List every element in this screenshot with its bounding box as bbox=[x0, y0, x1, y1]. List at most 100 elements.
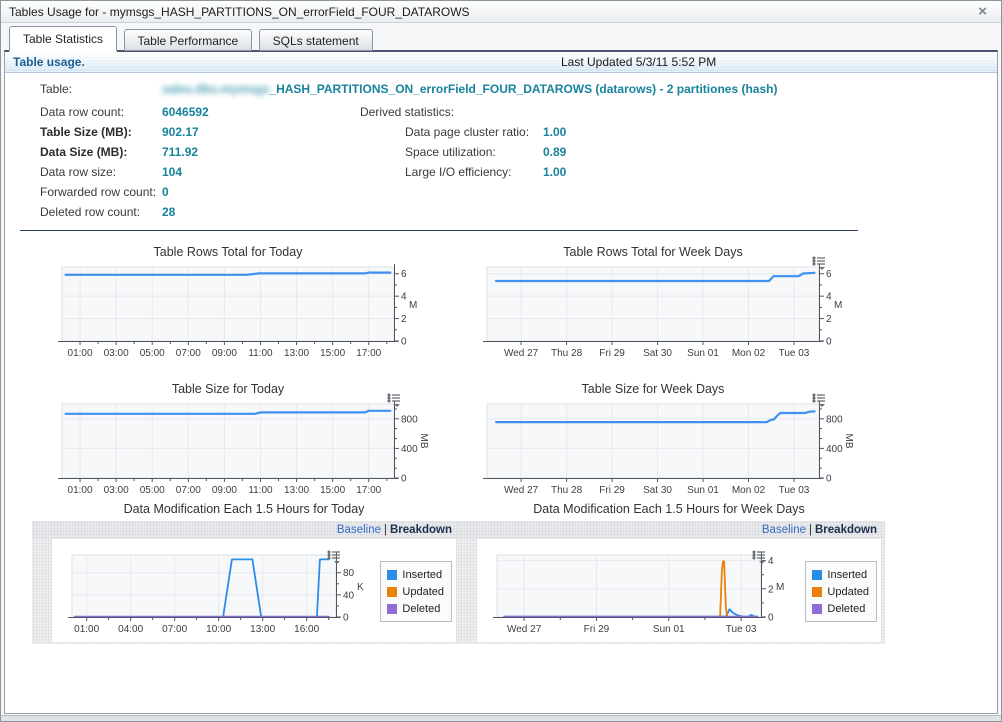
svg-text:2: 2 bbox=[401, 314, 407, 325]
tables-usage-window: Tables Usage for - mymsgs_HASH_PARTITION… bbox=[0, 0, 1002, 722]
svg-text:Fri 29: Fri 29 bbox=[599, 485, 625, 496]
svg-text:05:00: 05:00 bbox=[140, 348, 165, 359]
svg-text:800: 800 bbox=[826, 414, 843, 425]
svg-text:07:00: 07:00 bbox=[176, 485, 201, 496]
baseline-breakdown-toggle: Baseline|Breakdown bbox=[457, 521, 885, 539]
legend-item-deleted: Deleted bbox=[812, 600, 869, 617]
chart-title: Data Modification Each 1.5 Hours for Wee… bbox=[457, 502, 881, 518]
svg-text:03:00: 03:00 bbox=[104, 485, 129, 496]
legend-item-inserted: Inserted bbox=[812, 566, 869, 583]
chart-title: Table Size for Today bbox=[32, 382, 424, 398]
inserted-swatch bbox=[812, 570, 822, 580]
table-label: Table: bbox=[40, 82, 162, 96]
chart-canvas-table-size-today[interactable]: 040080001:0003:0005:0007:0009:0011:0013:… bbox=[32, 398, 457, 502]
chart-data-modification-today: Data Modification Each 1.5 Hours for Tod… bbox=[32, 502, 460, 644]
legend-item-updated: Updated bbox=[812, 583, 869, 600]
svg-text:Sat 30: Sat 30 bbox=[643, 348, 672, 359]
stat-row-table-size: Table Size (MB):902.17 bbox=[40, 122, 209, 142]
svg-text:13:00: 13:00 bbox=[250, 624, 275, 635]
svg-text:800: 800 bbox=[401, 414, 418, 425]
chart-canvas-table-size-week[interactable]: 0400800Wed 27Thu 28Fri 29Sat 30Sun 01Mon… bbox=[457, 398, 882, 502]
tab-content-panel: Table usage. Last Updated 5/3/11 5:52 PM… bbox=[4, 50, 998, 714]
stat-row-space-utilization: Space utilization:0.89 bbox=[405, 142, 566, 162]
svg-text:Sun 01: Sun 01 bbox=[687, 485, 719, 496]
window-titlebar[interactable]: Tables Usage for - mymsgs_HASH_PARTITION… bbox=[1, 1, 1001, 23]
svg-text:0: 0 bbox=[401, 337, 407, 348]
toggle-separator: | bbox=[384, 524, 387, 536]
breakdown-toggle[interactable]: Breakdown bbox=[390, 524, 452, 536]
svg-text:4: 4 bbox=[401, 292, 407, 303]
stat-value: 0 bbox=[162, 185, 169, 199]
chart-menu-icon[interactable] bbox=[326, 549, 342, 570]
table-name-row: Table:sales.dbo.mymsgs_HASH_PARTITIONS_O… bbox=[40, 82, 777, 96]
usage-header-band: Table usage. Last Updated 5/3/11 5:52 PM bbox=[5, 52, 997, 73]
chart-table-size-today: Table Size for Today 040080001:0003:0005… bbox=[32, 382, 460, 507]
window-frame-bottom bbox=[1, 715, 1001, 721]
svg-text:40: 40 bbox=[343, 590, 355, 601]
svg-text:80: 80 bbox=[343, 568, 355, 579]
tab-sqls-statement[interactable]: SQLs statement bbox=[259, 29, 373, 51]
svg-text:2: 2 bbox=[826, 314, 832, 325]
tab-table-statistics[interactable]: Table Statistics bbox=[9, 26, 117, 52]
chart-title: Data Modification Each 1.5 Hours for Tod… bbox=[32, 502, 456, 518]
derived-statistics: Derived statistics: Data page cluster ra… bbox=[360, 102, 566, 182]
chart-canvas-table-rows-week[interactable]: 0246Wed 27Thu 28Fri 29Sat 30Sun 01Mon 02… bbox=[457, 261, 882, 365]
svg-text:0: 0 bbox=[343, 613, 349, 624]
svg-text:17:00: 17:00 bbox=[356, 485, 381, 496]
svg-text:M: M bbox=[776, 582, 784, 593]
deleted-swatch bbox=[387, 604, 397, 614]
svg-text:01:00: 01:00 bbox=[68, 348, 93, 359]
updated-swatch bbox=[387, 587, 397, 597]
chart-table-size-week: Table Size for Week Days 0400800Wed 27Th… bbox=[457, 382, 885, 507]
chart-menu-icon[interactable] bbox=[751, 549, 767, 570]
baseline-link[interactable]: Baseline bbox=[337, 524, 381, 536]
stat-row-deleted-row-count: Deleted row count:28 bbox=[40, 202, 209, 222]
svg-text:Fri 29: Fri 29 bbox=[599, 348, 625, 359]
svg-text:Tue 03: Tue 03 bbox=[779, 485, 810, 496]
stat-row-data-row-size: Data row size:104 bbox=[40, 162, 209, 182]
svg-text:400: 400 bbox=[826, 444, 843, 455]
svg-text:09:00: 09:00 bbox=[212, 485, 237, 496]
svg-text:Mon 02: Mon 02 bbox=[732, 348, 766, 359]
svg-text:0: 0 bbox=[826, 337, 832, 348]
baseline-link[interactable]: Baseline bbox=[762, 524, 806, 536]
svg-text:07:00: 07:00 bbox=[162, 624, 187, 635]
chart-canvas-table-rows-today[interactable]: 024601:0003:0005:0007:0009:0011:0013:001… bbox=[32, 261, 457, 365]
table-statistics-section: Table:sales.dbo.mymsgs_HASH_PARTITIONS_O… bbox=[5, 73, 997, 233]
derived-statistics-title: Derived statistics: bbox=[360, 102, 566, 122]
svg-text:0: 0 bbox=[826, 474, 832, 485]
svg-text:15:00: 15:00 bbox=[320, 485, 345, 496]
chart-title: Table Rows Total for Today bbox=[32, 245, 424, 261]
stat-value: 1.00 bbox=[543, 165, 566, 179]
chart-legend: Inserted Updated Deleted bbox=[380, 561, 452, 622]
svg-text:Sun 01: Sun 01 bbox=[653, 624, 685, 635]
svg-text:17:00: 17:00 bbox=[356, 348, 381, 359]
svg-text:11:00: 11:00 bbox=[248, 348, 273, 359]
svg-text:Wed 27: Wed 27 bbox=[504, 485, 539, 496]
svg-text:01:00: 01:00 bbox=[68, 485, 93, 496]
chart-menu-icon[interactable] bbox=[811, 255, 827, 276]
updated-swatch bbox=[812, 587, 822, 597]
svg-text:K: K bbox=[357, 582, 364, 593]
chart-menu-icon[interactable] bbox=[811, 392, 827, 413]
chart-table-rows-week: Table Rows Total for Week Days 0246Wed 2… bbox=[457, 245, 885, 370]
close-icon[interactable]: × bbox=[978, 3, 987, 21]
legend-item-inserted: Inserted bbox=[387, 566, 444, 583]
stat-value: 28 bbox=[162, 205, 175, 219]
stat-rows: Data row count:6046592 Table Size (MB):9… bbox=[40, 102, 209, 222]
stat-value: 0.89 bbox=[543, 145, 566, 159]
stat-row-large-io-efficiency: Large I/O efficiency:1.00 bbox=[405, 162, 566, 182]
stat-value: 104 bbox=[162, 165, 182, 179]
svg-text:16:00: 16:00 bbox=[294, 624, 319, 635]
tab-table-performance[interactable]: Table Performance bbox=[124, 29, 253, 51]
chart-table-rows-today: Table Rows Total for Today 024601:0003:0… bbox=[32, 245, 460, 370]
chart-menu-icon[interactable] bbox=[386, 392, 402, 413]
modification-panel-today: Baseline|Breakdown 0408001:0004:0007:001… bbox=[32, 521, 460, 644]
usage-title: Table usage. bbox=[13, 52, 85, 73]
breakdown-toggle[interactable]: Breakdown bbox=[815, 524, 877, 536]
svg-text:0: 0 bbox=[768, 613, 774, 624]
svg-text:13:00: 13:00 bbox=[284, 485, 309, 496]
modification-chart-panel: 0408001:0004:0007:0010:0013:0016:00K Ins… bbox=[52, 539, 456, 642]
svg-text:11:00: 11:00 bbox=[248, 485, 273, 496]
legend-item-updated: Updated bbox=[387, 583, 444, 600]
